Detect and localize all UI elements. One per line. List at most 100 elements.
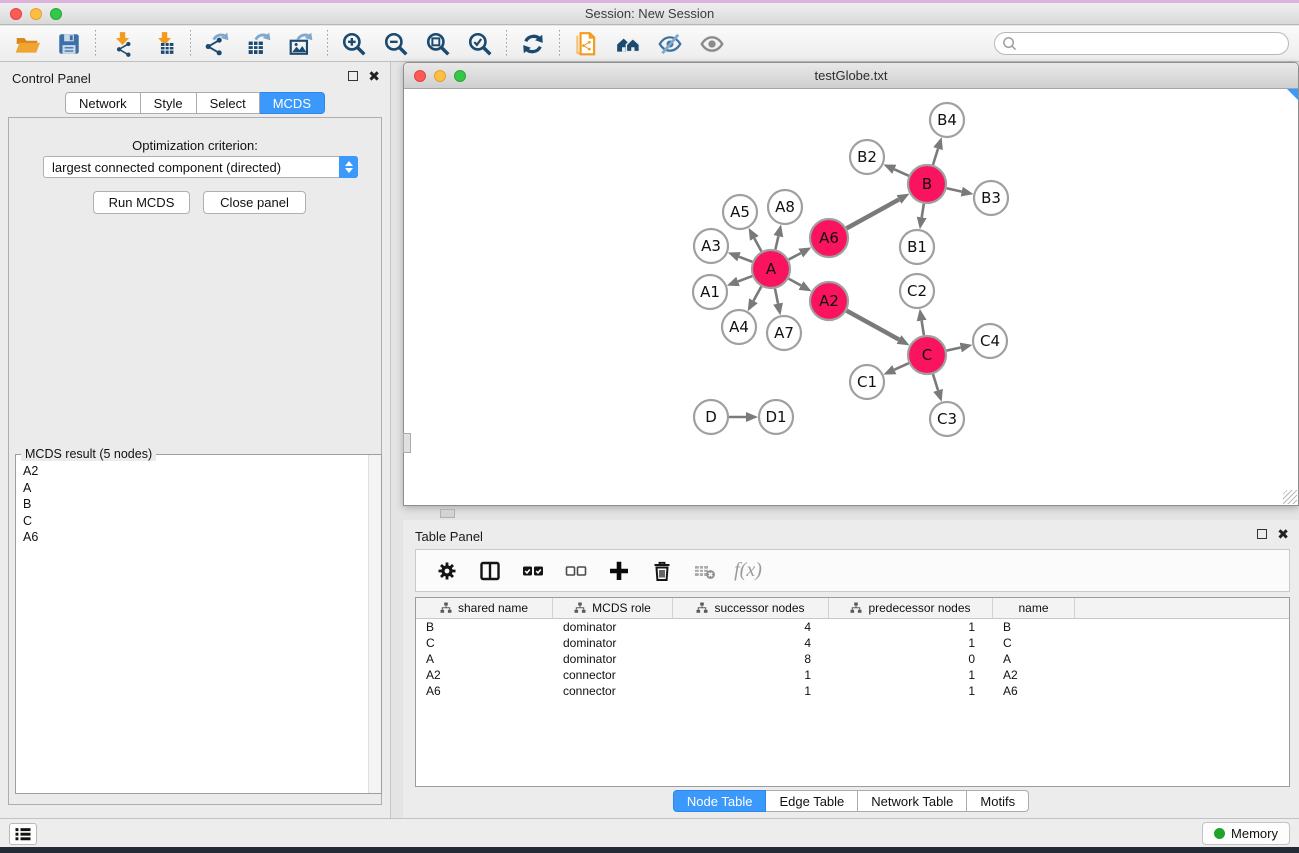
graph-edge-A-A2[interactable] [789, 279, 801, 286]
close-panel-button[interactable]: Close panel [203, 191, 306, 214]
add-column-icon[interactable] [606, 558, 632, 584]
table-cell[interactable]: A2 [993, 667, 1075, 683]
table-cell[interactable]: dominator [553, 651, 673, 667]
memory-button[interactable]: Memory [1202, 822, 1290, 845]
graph-node-B[interactable]: B [908, 165, 946, 203]
optimization-criterion-select[interactable]: largest connected component (directed) [43, 156, 358, 178]
table-panel-float-icon[interactable] [1257, 529, 1267, 539]
graph-edge-A-A5[interactable] [754, 238, 761, 251]
table-cell[interactable]: 1 [829, 635, 993, 651]
graph-edge-A-A6[interactable] [789, 253, 801, 259]
search-field[interactable] [994, 32, 1289, 55]
table-cell[interactable]: B [416, 619, 553, 635]
mcds-result-item[interactable]: B [23, 496, 362, 513]
zoom-fit-icon[interactable] [424, 30, 452, 58]
graph-edge-C-C4[interactable] [947, 348, 961, 351]
table-cell[interactable]: 8 [673, 651, 829, 667]
table-settings-icon[interactable] [434, 558, 460, 584]
graph-node-A2[interactable]: A2 [810, 282, 848, 320]
table-cell[interactable]: A [993, 651, 1075, 667]
table-cell[interactable]: 4 [673, 635, 829, 651]
table-cell[interactable]: 0 [829, 651, 993, 667]
graph-node-A5[interactable]: A5 [723, 195, 757, 229]
graph-edge-C-C2[interactable] [922, 321, 924, 336]
table-cell[interactable]: connector [553, 683, 673, 699]
table-cell[interactable]: C [416, 635, 553, 651]
tab-select[interactable]: Select [197, 92, 260, 114]
graph-node-A[interactable]: A [752, 250, 790, 288]
import-table-icon[interactable] [150, 30, 178, 58]
network-from-document-icon[interactable] [572, 30, 600, 58]
run-mcds-button[interactable]: Run MCDS [93, 191, 190, 214]
control-panel-float-icon[interactable] [348, 71, 358, 81]
graph-edge-B-B3[interactable] [947, 188, 962, 191]
table-cell[interactable]: A6 [416, 683, 553, 699]
column-header-successor-nodes[interactable]: successor nodes [673, 598, 829, 618]
graph-node-A6[interactable]: A6 [810, 219, 848, 257]
table-cell[interactable]: 1 [829, 619, 993, 635]
select-all-rows-icon[interactable] [520, 558, 546, 584]
deselect-all-rows-icon[interactable] [563, 558, 589, 584]
table-cell[interactable]: B [993, 619, 1075, 635]
mcds-result-item[interactable]: A6 [23, 529, 362, 546]
table-cell[interactable]: dominator [553, 635, 673, 651]
table-row[interactable]: Bdominator41B [416, 619, 1289, 635]
table-cell[interactable]: A [416, 651, 553, 667]
show-eye-icon[interactable] [698, 30, 726, 58]
network-window-titlebar[interactable]: testGlobe.txt [404, 63, 1298, 89]
graph-node-B4[interactable]: B4 [930, 103, 964, 137]
graph-node-C2[interactable]: C2 [900, 274, 934, 308]
graph-node-C3[interactable]: C3 [930, 402, 964, 436]
table-cell[interactable]: connector [553, 667, 673, 683]
table-row[interactable]: Cdominator41C [416, 635, 1289, 651]
table-cell[interactable]: A2 [416, 667, 553, 683]
graph-node-A3[interactable]: A3 [694, 229, 728, 263]
search-input[interactable] [1018, 34, 1288, 53]
graph-node-A8[interactable]: A8 [768, 190, 802, 224]
graph-edge-B-B1[interactable] [922, 204, 924, 218]
column-header-shared-name[interactable]: shared name [416, 598, 553, 618]
network-side-grip[interactable] [403, 433, 411, 453]
zoom-out-icon[interactable] [382, 30, 410, 58]
mcds-result-item[interactable]: A2 [23, 463, 362, 480]
table-cell[interactable]: 1 [829, 683, 993, 699]
graph-node-C1[interactable]: C1 [850, 365, 884, 399]
split-columns-icon[interactable] [477, 558, 503, 584]
delete-table-icon[interactable] [692, 558, 718, 584]
hide-eye-icon[interactable] [656, 30, 684, 58]
graph-node-D1[interactable]: D1 [759, 400, 793, 434]
graph-edge-A-A4[interactable] [753, 287, 761, 301]
tab-edge-table[interactable]: Edge Table [766, 790, 858, 812]
graph-edge-A-A8[interactable] [775, 236, 778, 249]
mcds-result-item[interactable]: A [23, 480, 362, 497]
network-canvas[interactable]: B4B2BB3B1A5A8A6A3AA1A2C2A4A7C4CC1C3DD1 [404, 89, 1298, 505]
tab-node-table[interactable]: Node Table [673, 790, 767, 812]
graph-edge-B-B4[interactable] [933, 149, 938, 165]
import-network-icon[interactable] [108, 30, 136, 58]
tab-style[interactable]: Style [141, 92, 197, 114]
export-network-icon[interactable] [203, 30, 231, 58]
table-cell[interactable]: 1 [673, 683, 829, 699]
table-cell[interactable]: 1 [673, 667, 829, 683]
tab-motifs[interactable]: Motifs [967, 790, 1029, 812]
graph-edge-B-B2[interactable] [894, 169, 908, 175]
table-row[interactable]: A6connector11A6 [416, 683, 1289, 699]
column-header-MCDS-role[interactable]: MCDS role [553, 598, 673, 618]
table-panel-close-icon[interactable]: ✖ [1277, 529, 1289, 539]
mcds-result-scrollbar[interactable] [368, 455, 381, 793]
column-header-predecessor-nodes[interactable]: predecessor nodes [829, 598, 993, 618]
refresh-network-icon[interactable] [519, 30, 547, 58]
graph-node-A4[interactable]: A4 [722, 310, 756, 344]
table-row[interactable]: Adominator80A [416, 651, 1289, 667]
export-image-icon[interactable] [287, 30, 315, 58]
graph-node-C4[interactable]: C4 [973, 324, 1007, 358]
graph-node-B3[interactable]: B3 [974, 181, 1008, 215]
graph-node-C[interactable]: C [908, 336, 946, 374]
function-builder-icon[interactable]: f(x) [735, 558, 761, 584]
table-cell[interactable]: 1 [829, 667, 993, 683]
table-cell[interactable]: C [993, 635, 1075, 651]
tab-mcds[interactable]: MCDS [260, 92, 325, 114]
zoom-selected-icon[interactable] [466, 30, 494, 58]
graph-edge-C-C1[interactable] [894, 363, 908, 369]
table-cell[interactable]: dominator [553, 619, 673, 635]
